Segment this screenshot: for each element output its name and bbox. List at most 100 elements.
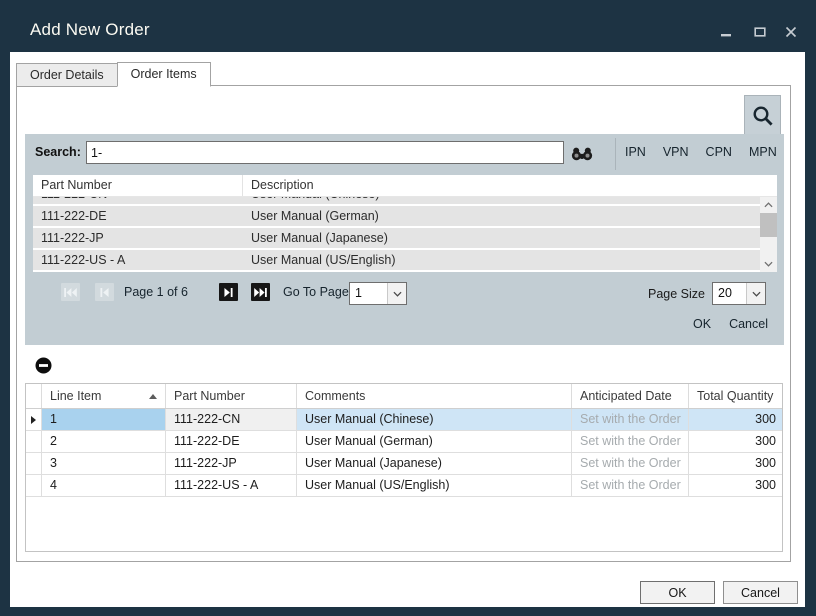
anticipated-date-cell: Set with the Order bbox=[572, 409, 689, 430]
previous-page-icon bbox=[100, 288, 109, 297]
scroll-down-button[interactable] bbox=[760, 256, 777, 272]
part-number-cell: 111-222-DE bbox=[166, 431, 297, 452]
tab-strip: Order Details Order Items bbox=[16, 62, 211, 87]
row-selector-cell bbox=[26, 431, 42, 452]
table-row[interactable]: 1111-222-CNUser Manual (Chinese)Set with… bbox=[26, 409, 782, 431]
tab-order-items[interactable]: Order Items bbox=[117, 62, 211, 87]
chevron-up-icon bbox=[764, 202, 773, 208]
next-page-icon bbox=[224, 288, 233, 297]
scroll-up-button[interactable] bbox=[760, 197, 777, 213]
comments-cell: User Manual (US/English) bbox=[297, 475, 572, 496]
dialog-content: Order Details Order Items Search: bbox=[10, 52, 805, 607]
search-result-row[interactable]: 111-222-DEUser Manual (German) bbox=[33, 206, 760, 226]
cancel-button[interactable]: Cancel bbox=[723, 581, 798, 604]
first-page-icon bbox=[64, 288, 77, 297]
previous-page-button[interactable] bbox=[95, 283, 114, 301]
anticipated-date-cell: Set with the Order bbox=[572, 475, 689, 496]
total-quantity-cell: 300 bbox=[689, 453, 782, 474]
column-header-part-number[interactable]: Part Number bbox=[33, 175, 243, 196]
header-scroll-spacer bbox=[760, 175, 777, 196]
search-results-grid: Part Number Description 111-222-CNUser M… bbox=[33, 175, 777, 272]
filter-button-mpn[interactable]: MPN bbox=[749, 145, 777, 159]
total-quantity-cell: 300 bbox=[689, 475, 782, 496]
part-number-cell: 111-222-DE bbox=[33, 206, 243, 226]
part-number-cell: 111-222-CN bbox=[166, 409, 297, 430]
filter-button-vpn[interactable]: VPN bbox=[663, 145, 689, 159]
column-header-total-quantity[interactable]: Total Quantity bbox=[689, 384, 782, 408]
panel-cancel-button[interactable]: Cancel bbox=[729, 317, 768, 331]
row-selector-cell bbox=[26, 409, 42, 430]
title-bar: Add New Order bbox=[0, 0, 816, 52]
filter-button-cpn[interactable]: CPN bbox=[706, 145, 732, 159]
part-number-cell: 111-222-CN bbox=[33, 197, 243, 204]
chevron-down-icon bbox=[387, 283, 406, 304]
first-page-button[interactable] bbox=[61, 283, 80, 301]
page-indicator: Page 1 of 6 bbox=[124, 285, 214, 299]
ok-button[interactable]: OK bbox=[640, 581, 715, 604]
minus-circle-icon bbox=[35, 357, 52, 374]
minimize-button[interactable] bbox=[718, 24, 734, 40]
goto-page-select[interactable]: 1 bbox=[349, 282, 407, 305]
order-items-body: 1111-222-CNUser Manual (Chinese)Set with… bbox=[26, 409, 782, 497]
comments-cell: User Manual (Chinese) bbox=[297, 409, 572, 430]
chevron-down-icon bbox=[764, 261, 773, 267]
app-root: { "window": { "title": "Add New Order" }… bbox=[0, 0, 816, 616]
column-header-line-item[interactable]: Line Item bbox=[42, 384, 166, 408]
binoculars-icon bbox=[571, 146, 593, 161]
next-page-button[interactable] bbox=[219, 283, 238, 301]
column-header-anticipated-date[interactable]: Anticipated Date bbox=[572, 384, 689, 408]
search-result-row[interactable]: 111-222-JPUser Manual (Japanese) bbox=[33, 228, 760, 248]
search-results-body: 111-222-CNUser Manual (Chinese)111-222-D… bbox=[33, 197, 760, 272]
part-number-cell: 111-222-US - A bbox=[166, 475, 297, 496]
current-row-arrow-icon bbox=[31, 416, 36, 424]
table-row[interactable]: 2111-222-DEUser Manual (German)Set with … bbox=[26, 431, 782, 453]
chevron-down-icon bbox=[746, 283, 765, 304]
tab-order-details[interactable]: Order Details bbox=[16, 63, 117, 87]
search-input[interactable] bbox=[86, 141, 564, 164]
anticipated-date-cell: Set with the Order bbox=[572, 453, 689, 474]
last-page-button[interactable] bbox=[251, 283, 270, 301]
maximize-button[interactable] bbox=[752, 24, 768, 40]
page-size-select[interactable]: 20 bbox=[712, 282, 766, 305]
remove-line-item-button[interactable] bbox=[35, 357, 52, 374]
row-selector-header bbox=[26, 384, 42, 408]
order-items-header: Line Item Part Number Comments Anticipat… bbox=[26, 384, 782, 409]
results-pager: Page 1 of 6 Go To Page 1 bbox=[25, 281, 784, 305]
page-size-value: 20 bbox=[713, 283, 746, 304]
find-button[interactable] bbox=[569, 144, 595, 162]
search-results-header: Part Number Description bbox=[33, 175, 777, 197]
search-result-row[interactable]: 111-222-CNUser Manual (Chinese) bbox=[33, 197, 760, 204]
maximize-icon bbox=[754, 26, 766, 38]
results-scrollbar[interactable] bbox=[760, 197, 777, 272]
column-header-comments[interactable]: Comments bbox=[297, 384, 572, 408]
order-items-grid: Line Item Part Number Comments Anticipat… bbox=[25, 383, 783, 552]
scrollbar-thumb[interactable] bbox=[760, 213, 777, 237]
line-item-cell: 1 bbox=[42, 409, 166, 430]
search-toggle-button[interactable] bbox=[744, 95, 781, 135]
column-header-description[interactable]: Description bbox=[243, 175, 760, 196]
goto-page-label: Go To Page bbox=[283, 285, 349, 299]
panel-ok-button[interactable]: OK bbox=[693, 317, 711, 331]
description-cell: User Manual (German) bbox=[243, 206, 760, 226]
description-cell: User Manual (Chinese) bbox=[243, 197, 760, 204]
filter-button-ipn[interactable]: IPN bbox=[625, 145, 646, 159]
total-quantity-cell: 300 bbox=[689, 431, 782, 452]
close-button[interactable] bbox=[783, 24, 799, 40]
comments-cell: User Manual (German) bbox=[297, 431, 572, 452]
line-item-cell: 2 bbox=[42, 431, 166, 452]
search-icon bbox=[751, 104, 775, 128]
filter-button-group: IPN VPN CPN MPN bbox=[625, 145, 777, 159]
table-row[interactable]: 3111-222-JPUser Manual (Japanese)Set wit… bbox=[26, 453, 782, 475]
description-cell: User Manual (Japanese) bbox=[243, 228, 760, 248]
window-title: Add New Order bbox=[30, 20, 150, 40]
search-result-row[interactable]: 111-222-US - AUser Manual (US/English) bbox=[33, 250, 760, 270]
table-row[interactable]: 4111-222-US - AUser Manual (US/English)S… bbox=[26, 475, 782, 497]
page-size-label: Page Size bbox=[648, 287, 705, 301]
goto-page-value: 1 bbox=[350, 283, 387, 304]
anticipated-date-cell: Set with the Order bbox=[572, 431, 689, 452]
column-header-part-number[interactable]: Part Number bbox=[166, 384, 297, 408]
part-number-cell: 111-222-US - A bbox=[33, 250, 243, 270]
description-cell: User Manual (US/English) bbox=[243, 250, 760, 270]
part-number-cell: 111-222-JP bbox=[33, 228, 243, 248]
line-item-cell: 3 bbox=[42, 453, 166, 474]
